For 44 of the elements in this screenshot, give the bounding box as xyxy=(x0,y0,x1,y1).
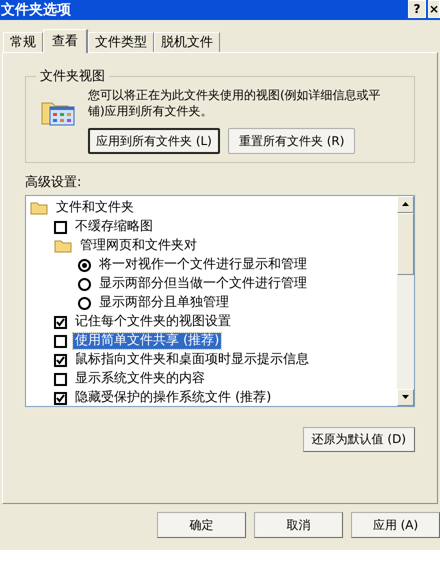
cancel-button[interactable]: 取消 xyxy=(254,512,343,538)
scroll-thumb[interactable] xyxy=(397,212,414,274)
setting-label[interactable]: 管理网页和文件夹对 xyxy=(78,238,199,254)
setting-label[interactable]: 隐藏受保护的操作系统文件 (推荐) xyxy=(73,390,274,406)
setting-label[interactable]: 记住每个文件夹的视图设置 xyxy=(73,314,233,330)
section-label: 高级设置: xyxy=(25,174,82,192)
checkbox[interactable] xyxy=(54,354,67,366)
radio-button[interactable] xyxy=(78,296,91,310)
group-title: 文件夹视图 xyxy=(39,68,106,86)
tab[interactable]: 常规 xyxy=(3,32,43,52)
tab[interactable]: 脱机文件 xyxy=(154,32,220,52)
setting-label[interactable]: 显示两部分但当做一个文件进行管理 xyxy=(97,276,309,292)
checkbox[interactable] xyxy=(54,334,67,348)
tab[interactable]: 查看 xyxy=(43,29,88,53)
help-button[interactable]: ? xyxy=(408,0,426,18)
setting-label[interactable]: 显示两部分且单独管理 xyxy=(97,295,231,311)
setting-label[interactable]: 使用简单文件共享 (推荐) xyxy=(73,333,222,349)
apply-button[interactable]: 应用 (A) xyxy=(351,512,440,538)
checkbox[interactable] xyxy=(54,372,67,386)
reset-button[interactable]: 重置所有文件夹 (R) xyxy=(228,128,356,154)
setting-label[interactable]: 鼠标指向文件夹和桌面项时显示提示信息 xyxy=(73,352,311,368)
radio-button[interactable] xyxy=(78,278,91,290)
checkbox[interactable] xyxy=(54,392,67,404)
scrollbar[interactable] xyxy=(397,196,414,406)
scroll-up-button[interactable] xyxy=(397,196,414,212)
up-arrow-icon xyxy=(402,202,409,206)
radio-button[interactable] xyxy=(78,258,91,272)
setting-label[interactable]: 将一对视作一个文件进行显示和管理 xyxy=(97,257,309,273)
folder-icon xyxy=(30,201,48,215)
down-arrow-icon xyxy=(402,395,409,399)
folder-icon xyxy=(54,239,72,253)
checkbox[interactable] xyxy=(54,316,67,328)
restore-defaults-button[interactable]: 还原为默认值 (D) xyxy=(302,426,415,452)
setting-label[interactable]: 显示系统文件夹的内容 xyxy=(73,371,207,387)
window-title: 文件夹选项 xyxy=(1,0,71,20)
scroll-down-button[interactable] xyxy=(397,388,414,406)
setting-label[interactable]: 不缓存缩略图 xyxy=(73,219,155,235)
description-text: 您可以将正在为此文件夹使用的视图(例如详细信息或平铺)应用到所有文件夹。 xyxy=(88,86,382,118)
setting-label[interactable]: 文件和文件夹 xyxy=(54,200,136,216)
close-button[interactable]: × xyxy=(428,0,440,18)
checkbox[interactable] xyxy=(54,220,67,234)
ok-button[interactable]: 确定 xyxy=(157,512,246,538)
apply-button[interactable]: 应用到所有文件夹 (L) xyxy=(88,128,220,154)
tab[interactable]: 文件类型 xyxy=(88,32,154,52)
